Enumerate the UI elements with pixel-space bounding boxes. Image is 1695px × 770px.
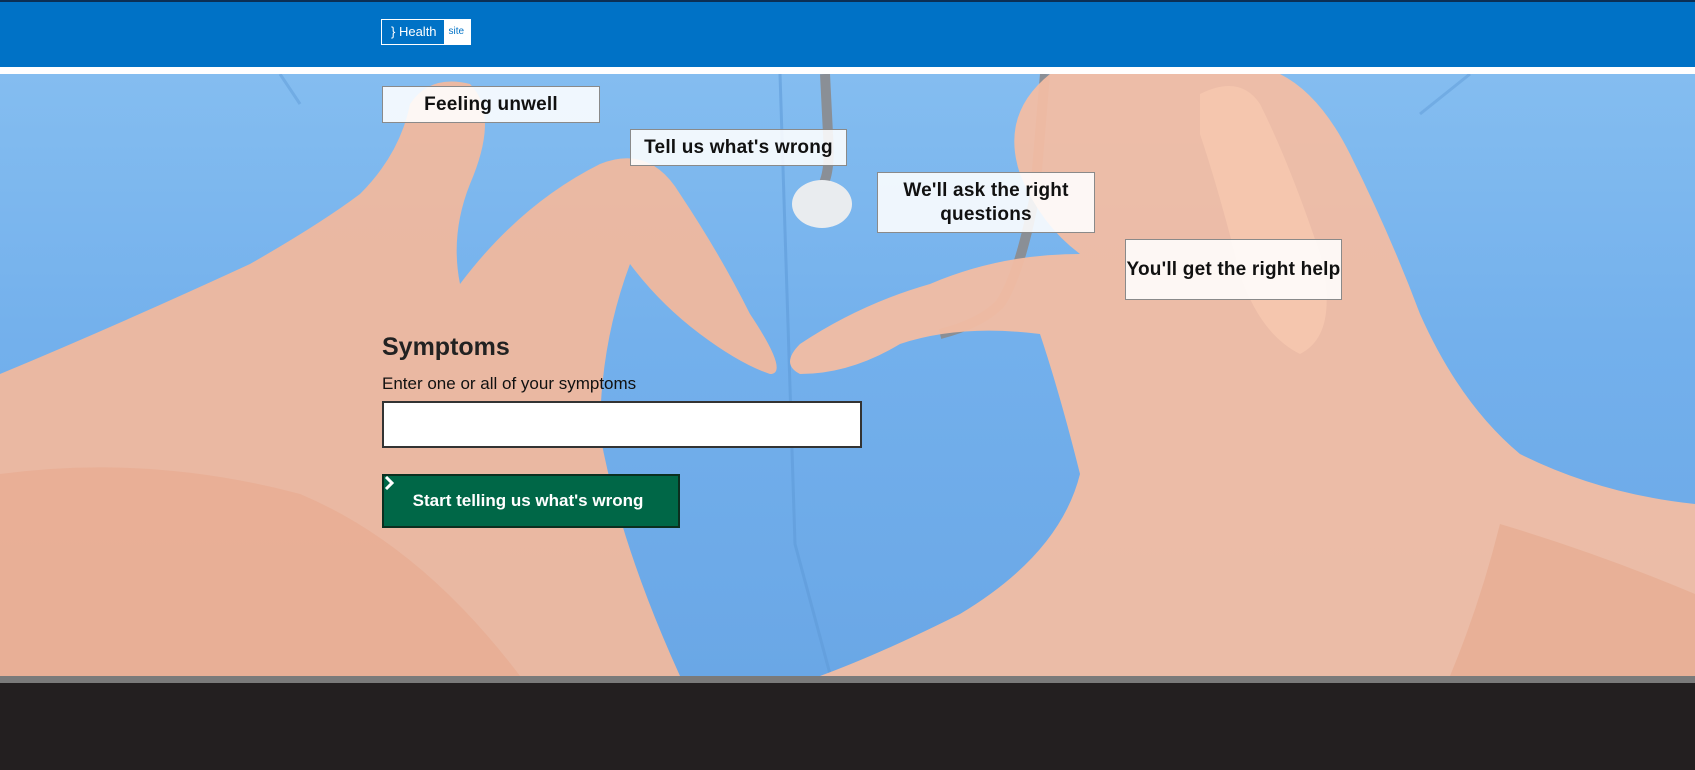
hero-background-image [0, 74, 1695, 676]
symptoms-input[interactable] [382, 401, 862, 448]
logo-main-text: } Health [391, 24, 437, 39]
site-logo[interactable]: } Health site [381, 19, 472, 45]
start-button[interactable]: Start telling us what's wrong [382, 474, 680, 528]
hero-banner: Feeling unwell Tell us what's wrong We'l… [0, 74, 1695, 676]
logo-tag-text: site [443, 20, 471, 44]
symptoms-heading: Symptoms [382, 333, 510, 361]
step-tell-us: Tell us what's wrong [630, 129, 847, 166]
site-header: } Health site [0, 2, 1695, 67]
step-feeling-unwell: Feeling unwell [382, 86, 600, 123]
step-right-help: You'll get the right help [1125, 239, 1342, 300]
header-divider [0, 67, 1695, 74]
step-right-questions: We'll ask the right questions [877, 172, 1095, 233]
site-footer [0, 683, 1695, 770]
start-button-label: Start telling us what's wrong [412, 491, 644, 510]
symptoms-hint: Enter one or all of your symptoms [382, 374, 637, 393]
footer-divider [0, 676, 1695, 683]
